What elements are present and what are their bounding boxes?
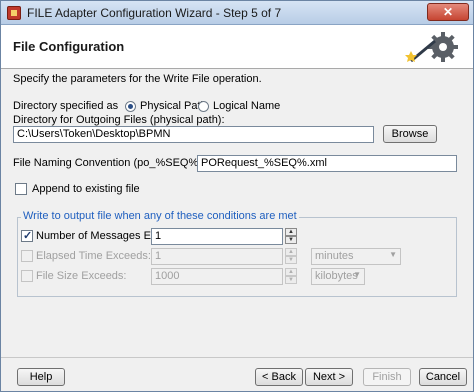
elapsed-checkbox[interactable]: [21, 250, 33, 262]
logical-name-radio[interactable]: [198, 101, 209, 112]
filesize-label[interactable]: File Size Exceeds:: [36, 270, 126, 282]
filesize-unit-value: kilobytes: [315, 270, 358, 282]
title-bar[interactable]: FILE Adapter Configuration Wizard - Step…: [1, 1, 473, 25]
elapsed-input[interactable]: 1: [151, 248, 283, 265]
footer-divider: [1, 357, 473, 358]
append-label[interactable]: Append to existing file: [32, 183, 140, 195]
chevron-down-icon: ▼: [389, 250, 397, 259]
stepper-down-icon[interactable]: ▼: [285, 236, 297, 244]
back-button[interactable]: < Back: [255, 368, 303, 386]
finish-button[interactable]: Finish: [363, 368, 411, 386]
filesize-stepper[interactable]: ▲ ▼: [285, 268, 297, 285]
elapsed-unit-value: minutes: [315, 250, 354, 262]
append-checkbox[interactable]: [15, 183, 27, 195]
stepper-up-icon[interactable]: ▲: [285, 248, 297, 256]
physical-path-radio[interactable]: [125, 101, 136, 112]
wizard-window: FILE Adapter Configuration Wizard - Step…: [0, 0, 474, 392]
stepper-up-icon[interactable]: ▲: [285, 268, 297, 276]
filesize-unit-select[interactable]: kilobytes ▼: [311, 268, 365, 285]
physical-path-label[interactable]: Physical Path: [140, 100, 207, 112]
form-content: Specify the parameters for the Write Fil…: [1, 69, 473, 359]
logical-name-label[interactable]: Logical Name: [213, 100, 280, 112]
conditions-legend: Write to output file when any of these c…: [21, 210, 299, 222]
page-title: File Configuration: [13, 39, 125, 54]
browse-button[interactable]: Browse: [383, 125, 437, 143]
window-title: FILE Adapter Configuration Wizard - Step…: [27, 6, 282, 20]
close-button[interactable]: ✕: [427, 3, 469, 21]
naming-input[interactable]: PORequest_%SEQ%.xml: [197, 155, 457, 172]
stepper-down-icon[interactable]: ▼: [285, 276, 297, 284]
elapsed-label[interactable]: Elapsed Time Exceeds:: [36, 250, 151, 262]
wizard-header: File Configuration: [1, 25, 473, 69]
naming-label: File Naming Convention (po_%SEQ%.txt):: [13, 157, 220, 169]
cancel-button[interactable]: Cancel: [419, 368, 467, 386]
description-text: Specify the parameters for the Write Fil…: [13, 73, 262, 85]
directory-label: Directory specified as: [13, 100, 119, 112]
messages-input[interactable]: 1: [151, 228, 283, 245]
elapsed-stepper[interactable]: ▲ ▼: [285, 248, 297, 265]
filesize-checkbox[interactable]: [21, 270, 33, 282]
gear-with-wand-icon: [405, 32, 458, 63]
filesize-input[interactable]: 1000: [151, 268, 283, 285]
elapsed-unit-select[interactable]: minutes ▼: [311, 248, 401, 265]
stepper-down-icon[interactable]: ▼: [285, 256, 297, 264]
outgoing-dir-label: Directory for Outgoing Files (physical p…: [13, 114, 225, 126]
messages-checkbox[interactable]: [21, 229, 33, 242]
stepper-up-icon[interactable]: ▲: [285, 228, 297, 236]
app-icon: [7, 6, 21, 20]
next-button[interactable]: Next >: [305, 368, 353, 386]
outgoing-dir-input[interactable]: C:\Users\Token\Desktop\BPMN: [13, 126, 374, 143]
help-button[interactable]: Help: [17, 368, 65, 386]
messages-stepper[interactable]: ▲ ▼: [285, 228, 297, 245]
chevron-down-icon: ▼: [353, 270, 361, 279]
